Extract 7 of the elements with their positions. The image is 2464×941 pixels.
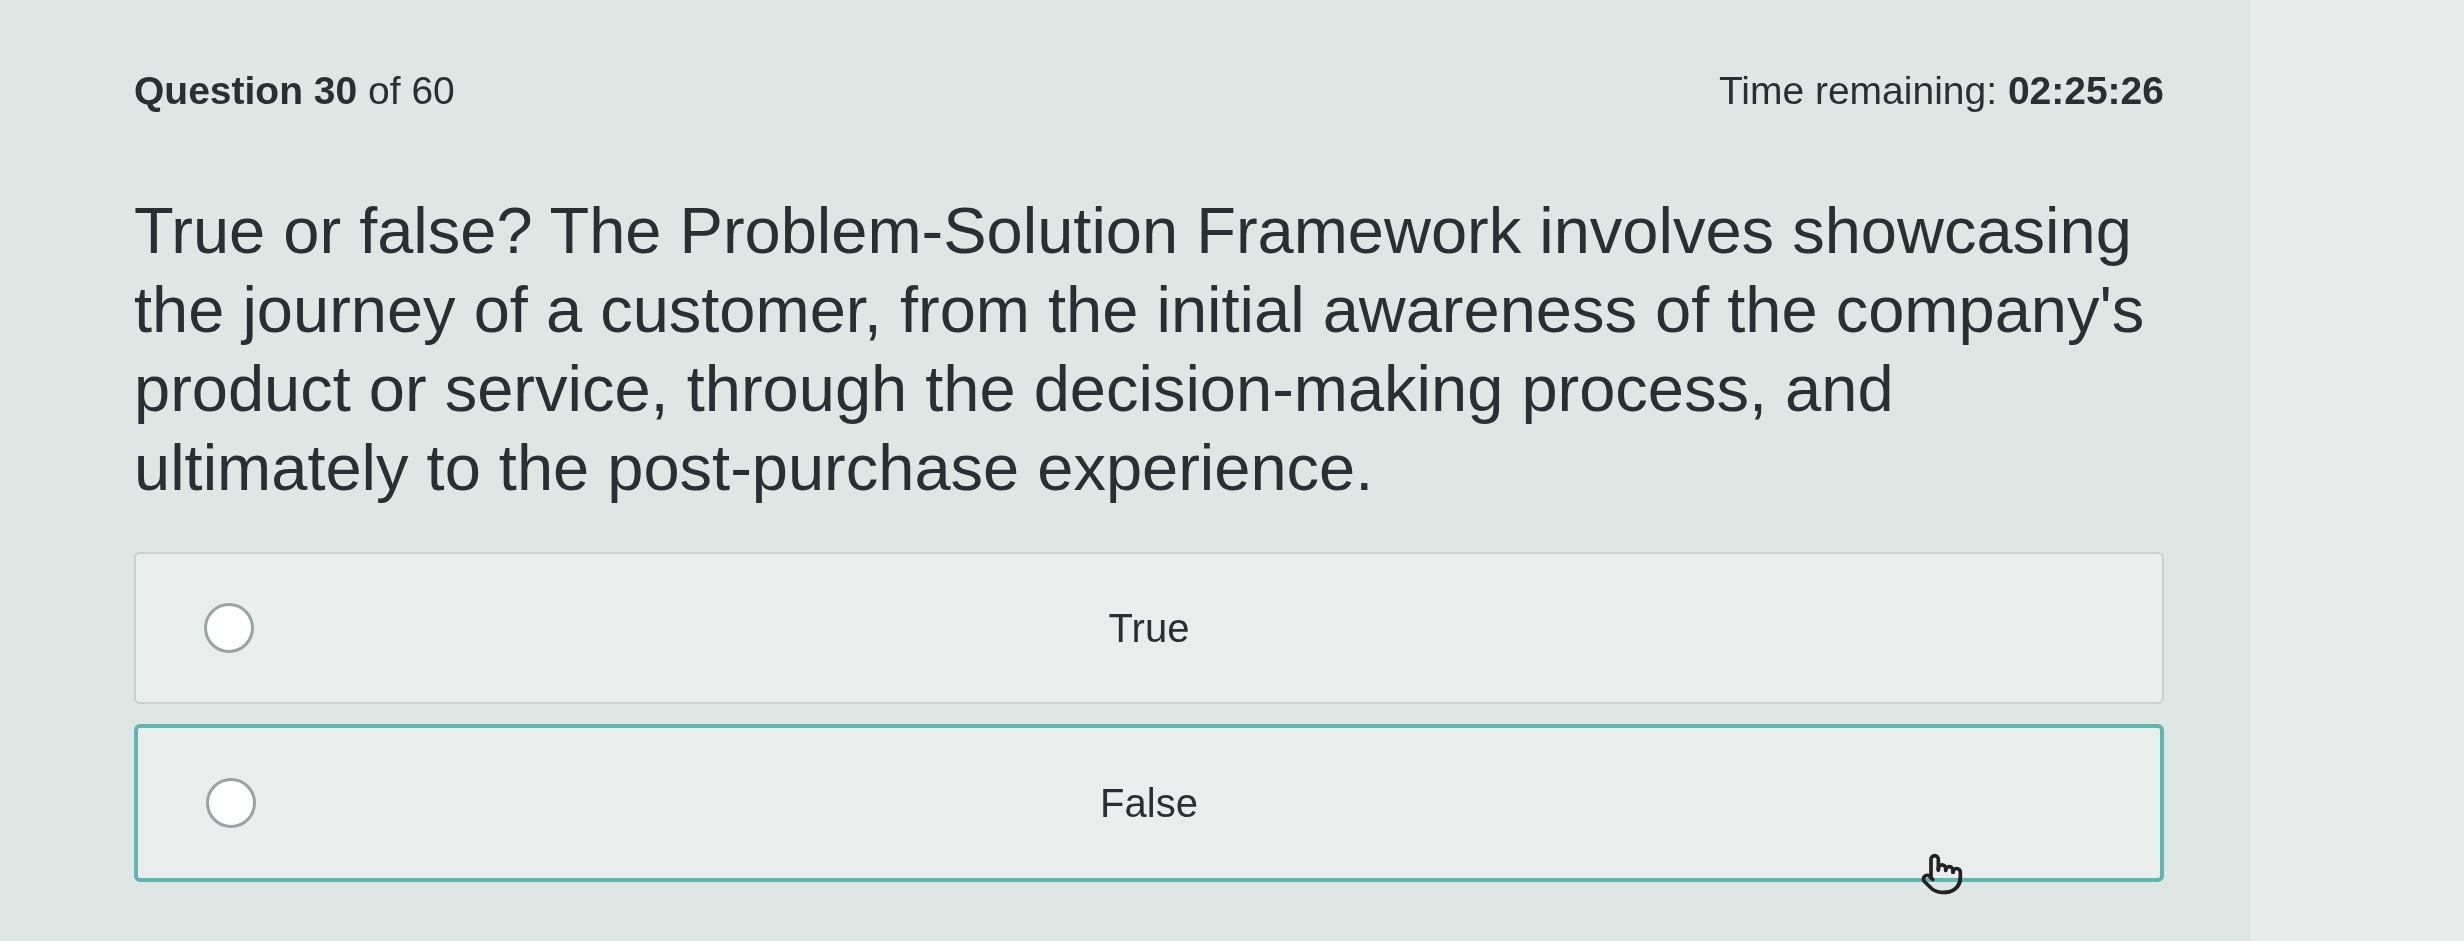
answer-option[interactable]: True bbox=[134, 551, 2164, 704]
radio-button[interactable] bbox=[206, 777, 256, 828]
radio-button[interactable] bbox=[204, 602, 254, 653]
time-remaining: Time remaining: 02:25:26 bbox=[1718, 68, 2164, 114]
question-counter: Question 30 of 60 bbox=[134, 68, 455, 114]
answer-option[interactable]: False bbox=[134, 723, 2164, 882]
question-text: True or false? The Problem-Solution Framework involves showcasing the journey of a customer, from the initial awareness of the company's product or service, through the decision-making process, and ultimately to the post-purchase experience. bbox=[134, 192, 2146, 506]
